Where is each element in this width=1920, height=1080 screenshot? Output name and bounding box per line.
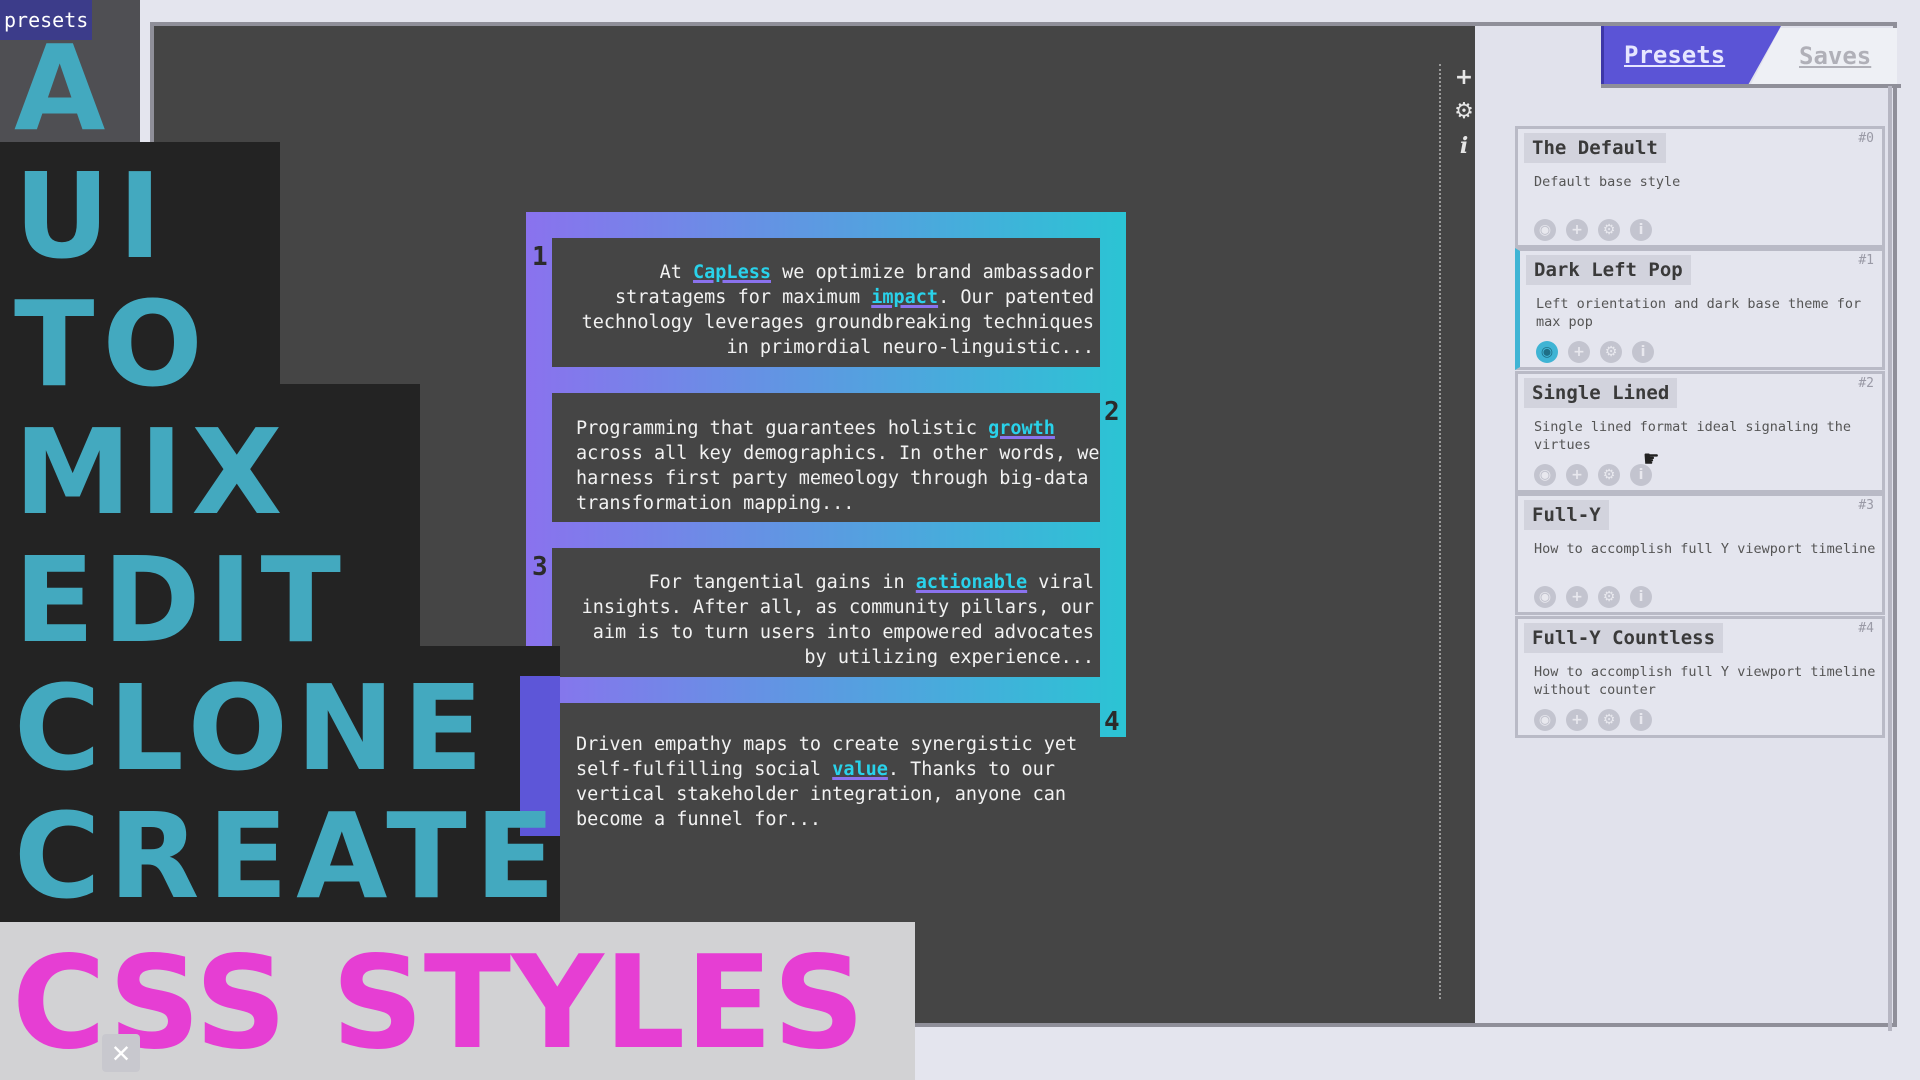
preset-description: How to accomplish full Y viewport timeli… [1534, 541, 1876, 557]
eye-icon[interactable]: ◉ [1534, 464, 1556, 486]
gear-icon[interactable]: ⚙ [1451, 98, 1477, 126]
eye-icon[interactable]: ◉ [1536, 341, 1558, 363]
eye-icon[interactable]: ◉ [1534, 219, 1556, 241]
gear-icon[interactable]: ⚙ [1600, 341, 1622, 363]
preset-description: Single lined format ideal signaling the … [1534, 419, 1851, 453]
overlay-word: MIX [14, 403, 291, 541]
timeline-text: At CapLess we optimize brand ambassador … [564, 260, 1094, 360]
plus-icon[interactable]: + [1566, 219, 1588, 241]
preset-card[interactable]: Dark Left Pop #1 Left orientation and dark… [1515, 248, 1885, 370]
overlay-word: TO [14, 275, 211, 413]
plus-icon[interactable]: + [1566, 464, 1588, 486]
preset-actions: ◉ + ⚙ i [1534, 709, 1662, 731]
highlight-link[interactable]: value [832, 759, 888, 780]
preset-title: Full-Y [1524, 500, 1609, 530]
preset-card[interactable]: The Default #0 Default base style ◉ + ⚙ i [1515, 126, 1885, 248]
timeline-text: Programming that guarantees holistic gro… [576, 416, 1106, 516]
timeline-number: 2 [1104, 397, 1120, 427]
preset-actions: ◉ + ⚙ i [1534, 586, 1662, 608]
highlight-link[interactable]: growth [988, 418, 1055, 439]
presets-panel: Saves Presets The Default #0 Default base … [1475, 26, 1901, 1031]
plus-icon[interactable]: + [1566, 709, 1588, 731]
preset-description: How to accomplish full Y viewport timeli… [1534, 664, 1876, 698]
gear-icon[interactable]: ⚙ [1598, 586, 1620, 608]
info-icon[interactable]: i [1632, 341, 1654, 363]
divider [1439, 64, 1441, 999]
plus-icon[interactable]: + [1451, 64, 1477, 92]
preset-title: Single Lined [1524, 378, 1678, 408]
info-icon[interactable]: i [1630, 709, 1652, 731]
gear-icon[interactable]: ⚙ [1598, 709, 1620, 731]
timeline-preview: 1 At CapLess we optimize brand ambassado… [526, 212, 1126, 862]
preset-description: Left orientation and dark base theme for… [1536, 296, 1862, 330]
preset-description: Default base style [1534, 174, 1681, 190]
plus-icon[interactable]: + [1566, 586, 1588, 608]
text-segment: Programming that guarantees holistic [576, 418, 989, 439]
preset-title: Dark Left Pop [1526, 255, 1691, 285]
panel-edge [1888, 86, 1892, 1031]
eye-icon[interactable]: ◉ [1534, 586, 1556, 608]
preset-title: The Default [1524, 133, 1666, 163]
info-icon[interactable]: i [1630, 586, 1652, 608]
preset-card[interactable]: Full-Y Countless #4 How to accomplish full… [1515, 616, 1885, 738]
preset-title: Full-Y Countless [1524, 623, 1724, 653]
text-segment: across all key demographics. In other wo… [576, 443, 1100, 514]
preset-actions: ◉ + ⚙ i [1534, 464, 1662, 486]
plus-icon[interactable]: + [1568, 341, 1590, 363]
preset-index: #3 [1858, 498, 1874, 513]
preset-index: #0 [1858, 131, 1874, 146]
mouse-cursor-icon: ☛ [1644, 445, 1659, 473]
overlay-word: CLONE [14, 659, 492, 797]
preset-actions: ◉ + ⚙ i [1534, 219, 1662, 241]
overlay-word: EDIT [14, 531, 349, 669]
text-segment: At [659, 262, 694, 283]
info-icon[interactable]: i [1630, 219, 1652, 241]
timeline-band [526, 677, 1126, 737]
preset-card[interactable]: Full-Y #3 How to accomplish full Y viewpor… [1515, 493, 1885, 615]
highlight-link[interactable]: CapLess [693, 262, 771, 283]
eye-icon[interactable]: ◉ [1534, 709, 1556, 731]
timeline-text: For tangential gains in actionable viral… [564, 570, 1094, 670]
gear-icon[interactable]: ⚙ [1598, 219, 1620, 241]
overlay-word: UI [14, 147, 170, 285]
preset-index: #2 [1858, 376, 1874, 391]
preset-index: #1 [1858, 253, 1874, 268]
info-icon[interactable]: i [1451, 132, 1477, 160]
highlight-link[interactable]: actionable [916, 572, 1027, 593]
gear-icon[interactable]: ⚙ [1598, 464, 1620, 486]
close-icon[interactable]: ✕ [102, 1034, 140, 1072]
timeline-number: 4 [1104, 707, 1120, 737]
highlight-link[interactable]: impact [871, 287, 938, 308]
tab-presets[interactable]: Presets [1601, 26, 1781, 84]
overlay-word: A [14, 19, 114, 157]
panel-tabs: Saves Presets [1601, 26, 1901, 88]
preset-actions: ◉ + ⚙ i [1536, 341, 1664, 363]
timeline-text: Driven empathy maps to create synergisti… [576, 732, 1106, 832]
text-segment: For tangential gains in [648, 572, 916, 593]
tab-underbar [1601, 84, 1901, 88]
overlay-word: CREATE [14, 787, 564, 925]
overlay-title: A UI TO MIX EDIT CLONE CREATE [14, 24, 563, 920]
preset-card[interactable]: Single Lined #2 Single lined format ideal … [1515, 371, 1885, 493]
preset-index: #4 [1858, 621, 1874, 636]
